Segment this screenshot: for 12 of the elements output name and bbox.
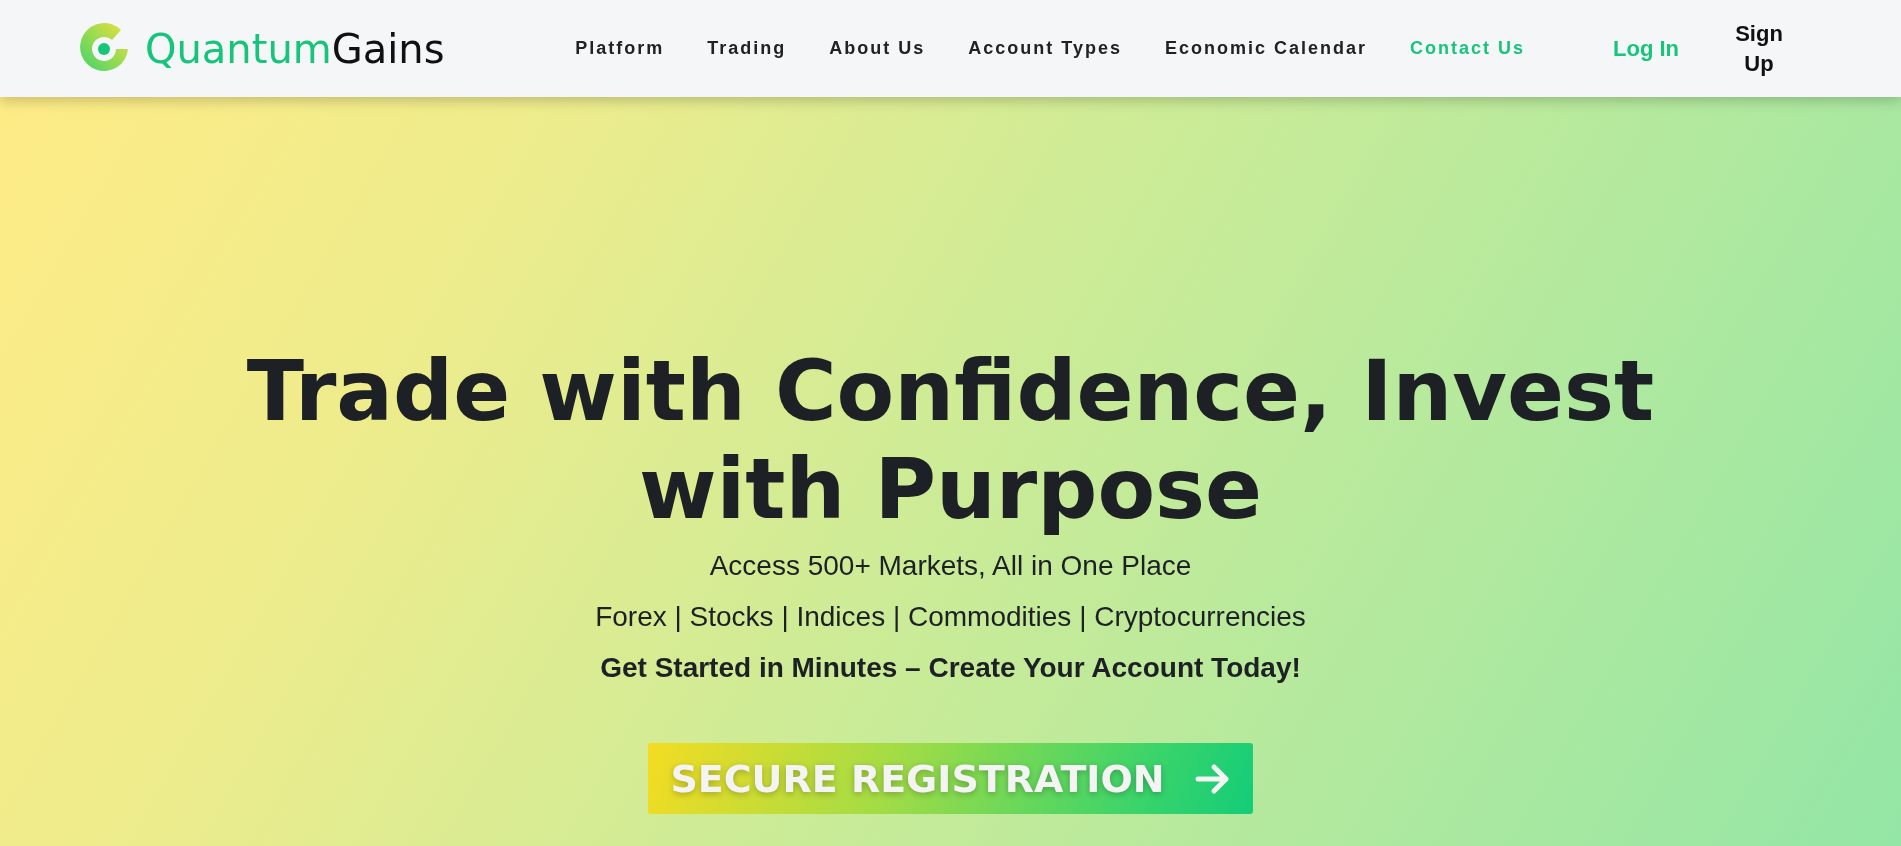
cta-text: Get Started in Minutes – Create Your Account Today! [600,652,1301,683]
nav-link[interactable]: Trading [707,38,787,59]
arrow-right-icon [1194,762,1231,795]
nav-link[interactable]: Platform [575,38,665,59]
nav-link[interactable]: About Us [829,38,926,59]
signup-link[interactable]: Sign Up [1734,18,1784,79]
hero-title: Trade with Confidence, Invest with Purpose [245,342,1656,538]
nav-link[interactable]: Economic Calendar [1164,38,1367,59]
hero-subtitle: Access 500+ Markets, All in One Place [709,550,1192,581]
markets-list: Forex | Stocks | Indices | Commodities | Cryptocurrencies [595,601,1306,632]
logo-text[interactable]: QuantumGains [145,25,445,72]
nav-link[interactable]: Account Types [968,38,1122,59]
